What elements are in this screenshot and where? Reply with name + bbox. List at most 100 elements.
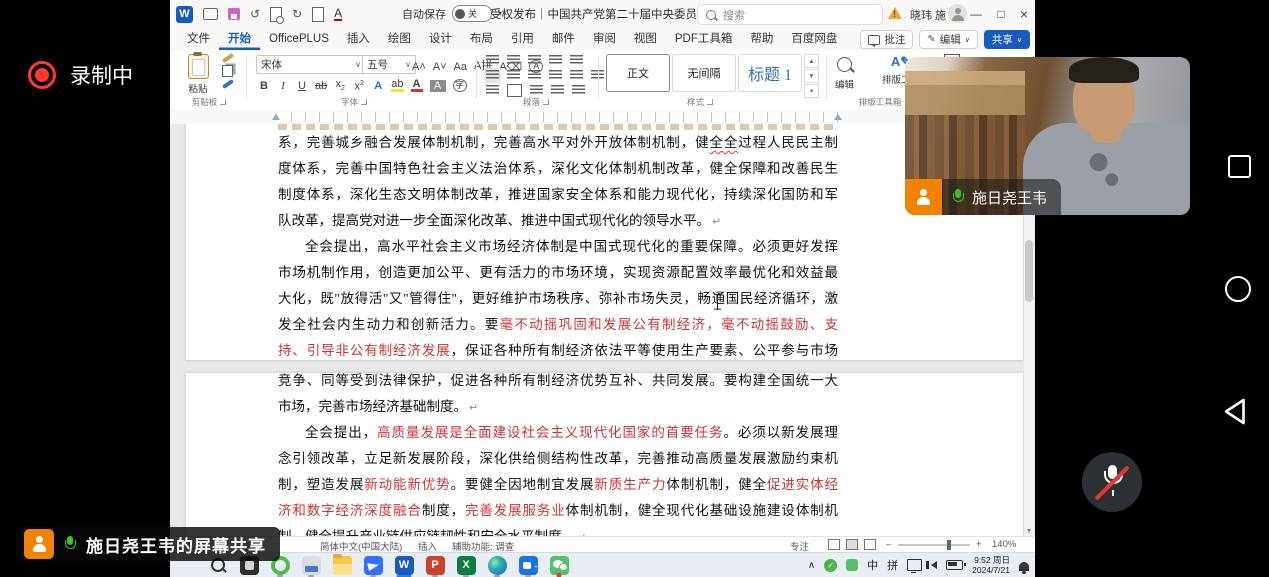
document-line[interactable]: 全会提出，高质量发展是全面建设社会主义现代化国家的首要任务。必须以新发展理: [278, 420, 838, 446]
new-document-icon[interactable]: [312, 7, 324, 22]
dialog-launcher-icon[interactable]: [220, 99, 226, 105]
scrollbar-thumb[interactable]: [1025, 240, 1033, 302]
editing-tool-button[interactable]: 编辑: [834, 54, 855, 91]
print-preview-icon[interactable]: [270, 7, 282, 22]
ribbon-tab[interactable]: 开始: [219, 28, 260, 50]
style-heading1[interactable]: 标题 1: [738, 54, 802, 92]
format-painter-icon[interactable]: [222, 79, 234, 89]
file-explorer-icon[interactable]: [331, 554, 353, 576]
ribbon-tab[interactable]: 审阅: [584, 28, 625, 50]
focus-mode-button[interactable]: 专注: [790, 539, 809, 553]
tray-expand-icon[interactable]: ∧: [808, 560, 815, 571]
asian-layout-icon[interactable]: [530, 85, 543, 96]
multilevel-list-icon[interactable]: [528, 55, 541, 66]
highlight-icon[interactable]: ab: [391, 79, 403, 92]
edge-icon[interactable]: [486, 554, 508, 576]
document-line[interactable]: 制，健全提升产业链供应链韧性和安全水平制度。↵: [278, 524, 838, 536]
redo-icon[interactable]: ↻: [292, 7, 302, 21]
undo-icon[interactable]: ↺: [250, 7, 260, 21]
wechat-tray-icon[interactable]: [846, 559, 858, 571]
document-line[interactable]: 制，塑造发展新动能新优势。要健全因地制宜发展新质生产力体制机制，健全促进实体经: [278, 472, 838, 498]
microphone-muted-button[interactable]: [1082, 452, 1142, 512]
document-line[interactable]: 全会提出，高水平社会主义市场经济体制是中国式现代化的重要保障。必须更好发挥: [278, 234, 838, 260]
ribbon-tab[interactable]: 设计: [420, 28, 461, 50]
align-center-icon[interactable]: [507, 70, 520, 81]
indent-marker[interactable]: [834, 114, 842, 120]
zoom-level[interactable]: 140%: [992, 539, 1016, 550]
grow-font-icon[interactable]: A˄: [412, 61, 426, 73]
participant-video[interactable]: 施日尧王韦: [905, 57, 1190, 215]
taskbar-clock[interactable]: 9:52 周日2024/7/21: [972, 555, 1010, 575]
ime-mode-button[interactable]: 拼: [887, 557, 898, 573]
style-normal[interactable]: 正文: [606, 54, 670, 92]
edit-mode-button[interactable]: ✎编辑∨: [919, 30, 978, 49]
document-line[interactable]: 竞争、同等受到法律保护，促进各种所有制经济优势互补、共同发展。要构建全国统一大: [278, 368, 838, 394]
search-box[interactable]: 搜索: [697, 4, 883, 25]
italic-icon[interactable]: I: [277, 80, 289, 92]
char-shading-icon[interactable]: A: [430, 80, 446, 92]
change-case-icon[interactable]: Aa: [454, 61, 467, 73]
strikethrough-icon[interactable]: ab: [315, 80, 327, 92]
font-name-combo[interactable]: 宋体∨: [256, 55, 366, 74]
word-icon[interactable]: W: [393, 554, 415, 576]
decrease-indent-icon[interactable]: [549, 55, 562, 66]
zoom-slider-thumb[interactable]: [947, 540, 951, 550]
save-icon[interactable]: [228, 8, 240, 20]
insert-mode-status[interactable]: 插入: [418, 539, 437, 553]
document-line[interactable]: 系，完善城乡融合发展体制机制，完善高水平对外开放体制机制，健全全过程人民民主制: [278, 130, 838, 156]
comment-button[interactable]: 批注: [860, 30, 913, 49]
font-color-icon[interactable]: A: [411, 79, 423, 92]
feishu-icon[interactable]: [362, 554, 384, 576]
ribbon-tab[interactable]: 绘图: [379, 28, 420, 50]
dialog-launcher-icon[interactable]: [707, 99, 713, 105]
increase-indent-icon[interactable]: [570, 55, 583, 66]
dialog-launcher-icon[interactable]: [543, 99, 549, 105]
home-button[interactable]: [1225, 276, 1251, 302]
recent-apps-button[interactable]: [1228, 155, 1251, 178]
document-line[interactable]: 队改革，提高党对进一步全面深化改革、推进中国式现代化的领导水平。↵: [278, 208, 838, 234]
excel-icon[interactable]: X: [455, 554, 477, 576]
shrink-font-icon[interactable]: A˅: [433, 61, 447, 73]
number-list-icon[interactable]: [507, 55, 520, 66]
accessibility-status[interactable]: 辅助功能: 调查: [452, 539, 514, 553]
bold-icon[interactable]: B: [258, 80, 270, 92]
close-button[interactable]: ×: [1013, 0, 1035, 27]
antivirus-tray-icon[interactable]: ✓: [824, 559, 837, 572]
scroll-down-icon[interactable]: ▼: [1024, 528, 1034, 535]
ribbon-tab[interactable]: 百度网盘: [782, 28, 846, 50]
paste-button[interactable]: 粘贴: [180, 54, 216, 96]
document-line[interactable]: 持、引导非公有制经济发展，保证各种所有制经济依法平等使用生产要素、公平参与市场: [278, 338, 838, 364]
document-line[interactable]: 济和数字经济深度融合制度，完善发展服务业体制机制，健全现代化基础设施建设体制机: [278, 498, 838, 524]
ribbon-tab[interactable]: 邮件: [543, 28, 584, 50]
utility-app-icon[interactable]: [300, 554, 322, 576]
ribbon-tab[interactable]: 视图: [625, 28, 666, 50]
autosave-toggle[interactable]: 自动保存 关 ▾: [402, 5, 502, 22]
open-icon[interactable]: [203, 8, 218, 20]
document-line[interactable]: 度体系，完善中国特色社会主义法治体系，深化文化体制机制改革，健全保障和改善民生: [278, 156, 838, 182]
align-left-icon[interactable]: [486, 70, 499, 81]
meeting-app-icon[interactable]: [517, 554, 539, 576]
copy-icon[interactable]: [222, 65, 233, 77]
document-line[interactable]: 制度体系，深化生态文明体制改革，推进国家安全体系和能力现代化，持续深化国防和军: [278, 182, 838, 208]
autosave-switch[interactable]: 关: [452, 5, 492, 22]
display-tray-icon[interactable]: [907, 559, 922, 571]
document-line[interactable]: 发全社会内生动力和创新活力。要毫不动摇巩固和发展公有制经济，毫不动摇鼓励、支: [278, 312, 838, 338]
bullet-list-icon[interactable]: [486, 55, 499, 66]
ribbon-tab[interactable]: 插入: [338, 28, 379, 50]
web-layout-icon[interactable]: [864, 539, 876, 550]
align-right-icon[interactable]: [528, 70, 541, 81]
warning-icon[interactable]: [888, 7, 902, 19]
speaker-tray-icon[interactable]: [931, 561, 937, 569]
underline-icon[interactable]: U: [296, 80, 308, 92]
font-color-quick-icon[interactable]: A: [334, 8, 342, 21]
ribbon-tab[interactable]: 文件: [178, 28, 219, 50]
shading-icon[interactable]: [486, 85, 499, 96]
superscript-icon[interactable]: x2: [353, 80, 365, 93]
ribbon-tab[interactable]: 引用: [502, 28, 543, 50]
ribbon-tab[interactable]: 帮助: [741, 28, 782, 50]
ribbon-tab[interactable]: 布局: [461, 28, 502, 50]
document-line[interactable]: 大化，既"放得活"又"管得住"，更好维护市场秩序、弥补市场失灵，畅通国民经济循环…: [278, 286, 838, 312]
show-marks-icon[interactable]: [572, 85, 585, 96]
indent-marker[interactable]: [272, 114, 280, 120]
battery-tray-icon[interactable]: [946, 560, 963, 570]
